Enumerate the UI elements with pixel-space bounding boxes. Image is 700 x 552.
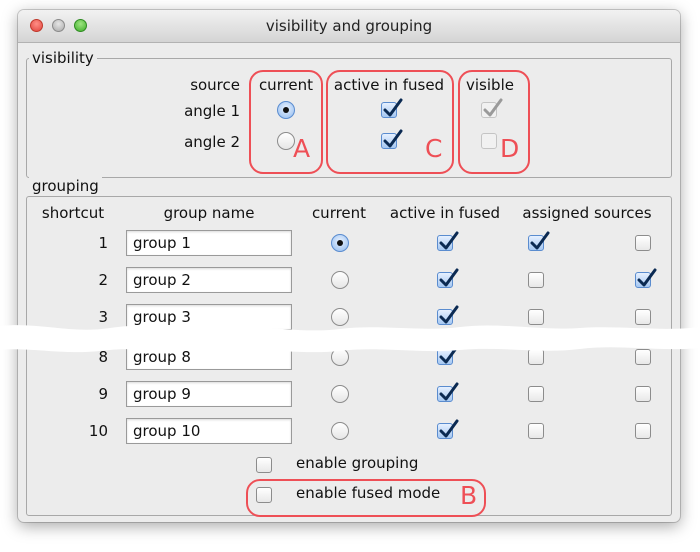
group-active-checkbox[interactable] (437, 382, 459, 402)
group-assigned-source-checkbox[interactable] (528, 386, 544, 402)
group-assigned-source-checkbox[interactable] (528, 423, 544, 439)
group-assigned-source-checkbox[interactable] (528, 272, 544, 288)
annotation-b-letter: B (460, 481, 478, 510)
annotation-d-letter: D (500, 134, 520, 163)
visibility-row-label: angle 2 (184, 133, 240, 151)
grouping-header-shortcut: shortcut (41, 204, 105, 222)
group-shortcut: 1 (98, 234, 108, 252)
visibility-header-source: source (190, 76, 240, 94)
group-name-input[interactable] (126, 381, 292, 407)
group-current-radio[interactable] (331, 234, 349, 252)
group-assigned-source-checkbox[interactable] (635, 423, 651, 439)
group-assigned-source-checkbox[interactable] (635, 268, 657, 288)
annotation-b-box (246, 479, 486, 517)
group-assigned-source-checkbox[interactable] (528, 231, 550, 251)
title-bar[interactable]: visibility and grouping (18, 10, 680, 43)
group-current-radio[interactable] (331, 271, 349, 289)
group-name-input[interactable] (126, 230, 292, 256)
grouping-header-group-name: group name (163, 204, 255, 222)
group-current-radio[interactable] (331, 422, 349, 440)
grouping-header-assigned: assigned sources (522, 204, 652, 222)
group-active-checkbox[interactable] (437, 419, 459, 439)
annotation-a-letter: A (293, 134, 311, 163)
group-assigned-source-checkbox[interactable] (635, 235, 651, 251)
grouping-legend: grouping (29, 177, 102, 195)
group-shortcut: 9 (98, 385, 108, 403)
torn-page-break (0, 325, 700, 353)
window-title: visibility and grouping (265, 17, 433, 35)
group-current-radio[interactable] (331, 385, 349, 403)
group-active-checkbox[interactable] (437, 231, 459, 251)
visibility-legend: visibility (29, 49, 97, 67)
group-name-input[interactable] (126, 267, 292, 293)
group-shortcut: 10 (88, 422, 108, 440)
visibility-row-label: angle 1 (184, 102, 240, 120)
enable-grouping-label: enable grouping (296, 454, 419, 472)
group-name-input[interactable] (126, 418, 292, 444)
annotation-c-letter: C (425, 134, 443, 163)
enable-grouping-checkbox[interactable] (256, 457, 272, 473)
group-assigned-source-checkbox[interactable] (635, 386, 651, 402)
group-active-checkbox[interactable] (437, 268, 459, 288)
group-shortcut: 2 (98, 271, 108, 289)
grouping-header-active: active in fused (389, 204, 501, 222)
annotation-a-box (249, 70, 323, 174)
grouping-header-current: current (311, 204, 367, 222)
